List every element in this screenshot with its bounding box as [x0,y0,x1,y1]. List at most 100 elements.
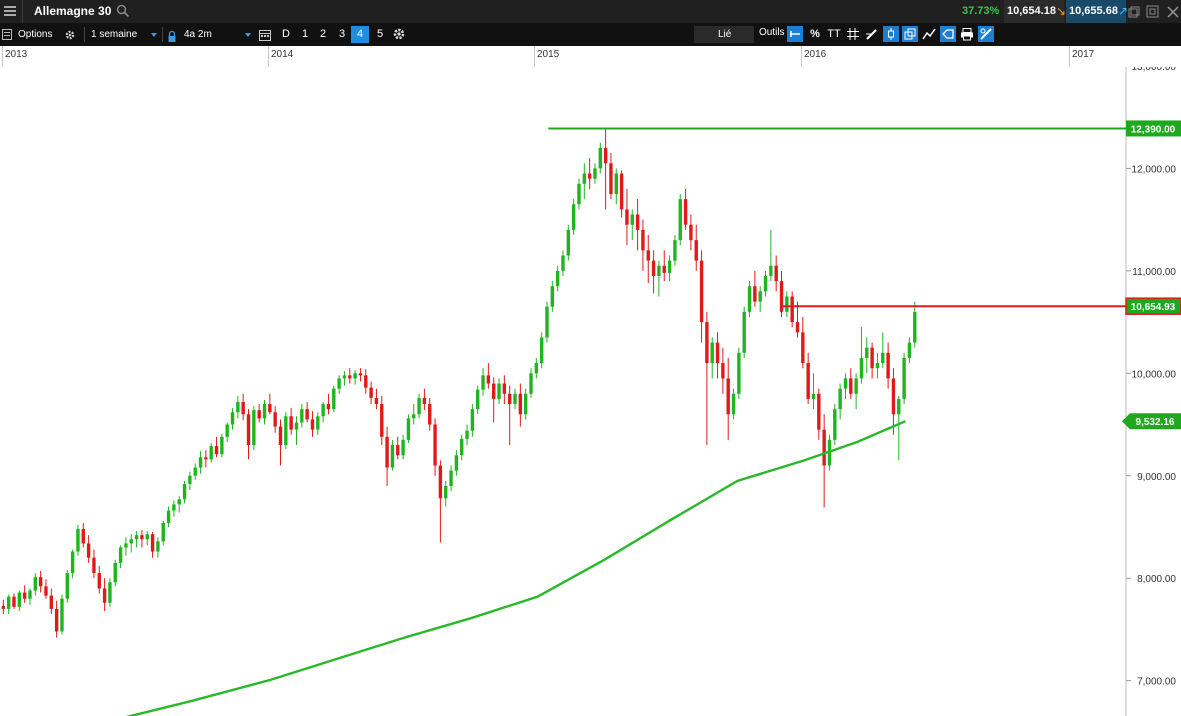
candle-body-up [294,422,299,430]
candle-body-up [182,483,187,500]
close-icon[interactable] [1167,5,1179,18]
range-select[interactable]: 4a 2m [184,23,212,46]
grid-icon[interactable] [845,26,861,42]
candle-body-up [401,439,405,456]
candle-body-down [779,281,784,312]
linked-label: Lié [718,29,732,40]
candle-body-down [683,199,688,225]
candle-body-down [699,260,704,323]
price-tick-label: 11,000.00 [1132,267,1176,278]
candle-body-down [801,332,805,364]
candle-body-up [593,168,597,179]
candle-body-down [705,322,709,364]
candle-body-down [486,375,491,384]
linked-button[interactable]: Lié [694,26,754,43]
period-button-1[interactable]: 1 [298,26,312,43]
buy-price: 10,655.68 [1069,5,1118,17]
candle-body-down [587,173,592,179]
divider [84,27,85,42]
candle-body-up [598,147,602,169]
restore-icon[interactable] [1128,5,1140,18]
list-icon[interactable] [2,29,12,40]
candle-body-up [865,347,869,358]
period-button-5[interactable]: 5 [373,26,387,43]
candle-body-up [172,504,176,511]
candle-body-up [571,204,576,230]
candle-body-up [737,352,741,394]
time-axis: 2013 2014 2015 2016 2017 [0,46,1181,68]
print-icon[interactable] [959,26,975,42]
candle-body-up [444,485,448,499]
candle-body-down [715,342,720,364]
calendar-icon[interactable] [259,28,271,41]
sell-price-box[interactable]: 10,654.18 ↘ [1004,0,1066,23]
candle-body-up [76,529,80,552]
candle-body-down [689,224,693,241]
draw-pencil-icon[interactable] [864,26,880,42]
period-button-2[interactable]: 2 [316,26,330,43]
candle-body-down [433,424,437,466]
candle-body-down [246,414,251,446]
tools-icon[interactable] [978,26,994,42]
candle-body-up [710,342,714,364]
layers-icon[interactable] [902,26,918,42]
candle-body-up [65,573,69,599]
settings-gear-icon[interactable] [64,28,76,40]
text-size-button[interactable]: TT [826,26,842,42]
period-button-3[interactable]: 3 [335,26,349,43]
percent-button[interactable]: % [807,26,823,42]
hamburger-menu-icon[interactable] [4,6,16,17]
candle-body-up [497,383,501,399]
lock-icon[interactable] [168,29,176,42]
candle-body-up [838,388,842,410]
candle-body-up [854,378,858,394]
candle-body-down [374,397,379,405]
candle-body-up [657,265,661,276]
period-button-d[interactable]: D [279,26,293,43]
candlestick-icon[interactable] [883,26,899,42]
candle-body-up [193,467,197,476]
candle-body-down [822,429,826,466]
candle-body-up [555,270,560,287]
candle-body-up [166,510,171,523]
tag-icon[interactable] [940,26,956,42]
interval-select[interactable]: 1 semaine [91,23,137,46]
price-chart[interactable]: 13,000.00 12,000.00 11,000.00 10,000.00 9,00… [0,67,1181,716]
indicator-icon[interactable] [921,26,937,42]
candle-body-up [118,547,123,563]
candle-body-up [747,286,752,312]
gear-icon[interactable] [392,27,406,41]
candle-body-up [769,265,773,276]
price-tick-label: 12,000.00 [1132,164,1177,175]
chevron-down-icon[interactable] [245,33,251,37]
crosshair-icon[interactable] [787,26,803,42]
candle-body-up [198,457,203,468]
instrument-title[interactable]: Allemagne 30 [34,0,111,23]
arrow-up-icon: ↗ [1118,4,1129,18]
candle-body-down [507,393,512,405]
search-icon[interactable] [116,4,130,18]
candle-body-up [843,378,848,389]
candle-body-up [582,173,587,184]
candle-body-up [465,430,469,439]
chevron-down-icon[interactable] [151,33,157,37]
candle-body-up [252,410,256,446]
title-bar: Allemagne 30 37.73% 10,654.18 ↘ 10,655.6… [0,0,1181,23]
candle-body-up [337,378,341,389]
year-label-2015: 2015 [537,49,560,60]
candle-body-up [342,375,347,379]
candle-body-up [550,286,555,307]
options-button[interactable]: Options [18,23,52,46]
candle-body-down [214,446,219,455]
candle-body-down [870,347,874,369]
candle-body-up [209,446,213,460]
candle-body-down [774,265,778,282]
candle-body-up [454,455,459,471]
year-label-2014: 2014 [271,49,294,60]
popout-icon[interactable] [1146,5,1159,18]
period-button-4[interactable]: 4 [351,26,369,43]
candle-body-up [667,260,672,273]
candle-body-down [817,393,821,430]
candle-body-down [795,322,800,333]
buy-price-box[interactable]: 10,655.68 ↗ [1066,0,1129,23]
